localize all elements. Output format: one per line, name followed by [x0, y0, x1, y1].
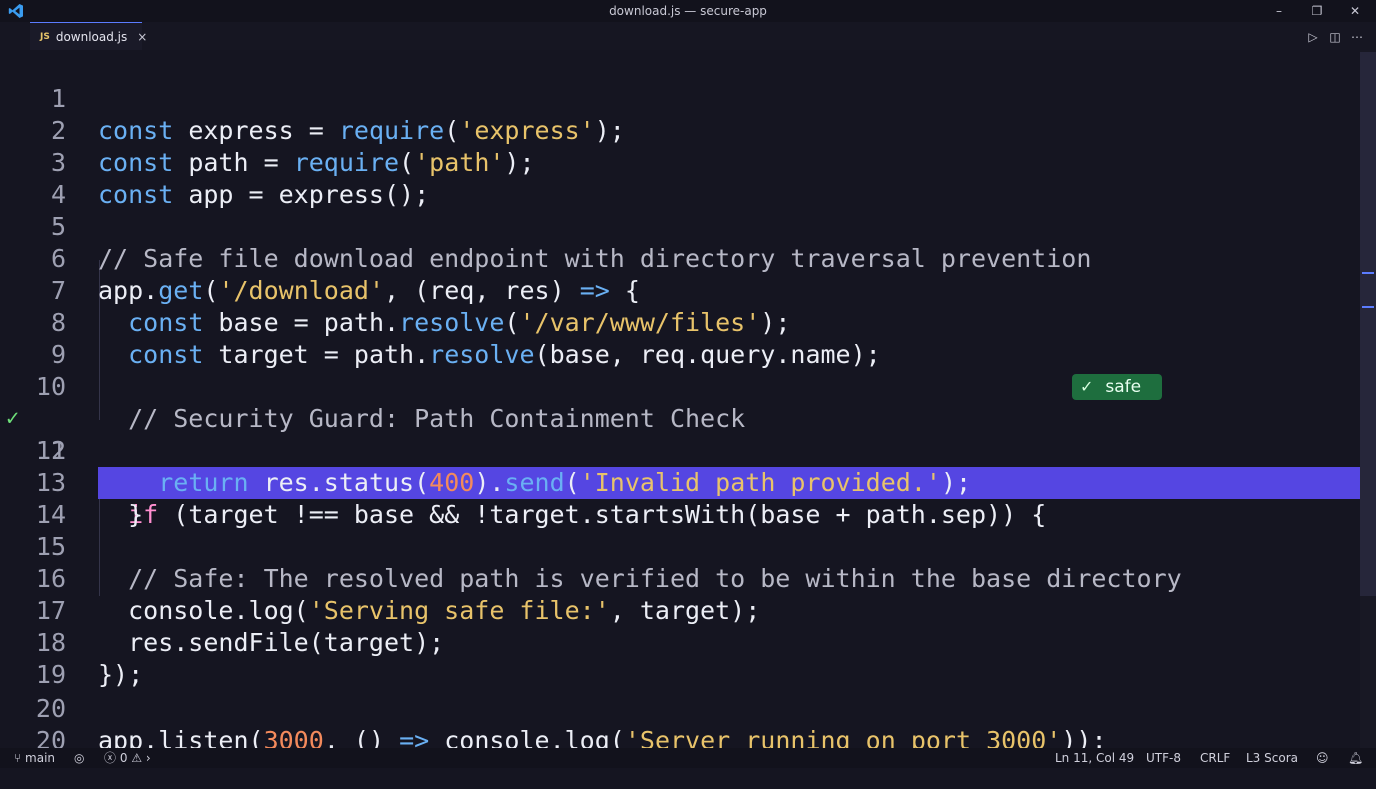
error-icon: ⓧ: [104, 751, 117, 765]
badge-label: safe: [1105, 377, 1142, 397]
code-line[interactable]: 16 console.log('Serving safe file:', tar…: [0, 531, 1360, 625]
restore-button[interactable]: ❐: [1300, 0, 1334, 22]
close-window-button[interactable]: ✕: [1338, 0, 1372, 22]
language-mode[interactable]: L3 Scora: [1246, 748, 1298, 768]
branch-icon: ⑂: [14, 751, 22, 765]
minimize-button[interactable]: –: [1262, 0, 1296, 22]
end-of-line[interactable]: CRLF: [1200, 748, 1230, 768]
feedback-icon[interactable]: ☺: [1316, 748, 1329, 768]
code-line[interactable]: 13 }: [0, 435, 1360, 529]
status-bar: ⑂ main ◎ ⓧ 0 ⚠ › Ln 11, Col 49 UTF-8 CRL…: [0, 748, 1376, 768]
code-line[interactable]: 14: [0, 467, 1360, 529]
title-bar: download.js — secure-app – ❐ ✕: [0, 0, 1376, 22]
tab-label: download.js: [55, 29, 128, 44]
code-line[interactable]: 4: [0, 147, 1360, 209]
encoding[interactable]: UTF-8: [1146, 748, 1181, 768]
safe-badge: ✓ safe: [1072, 374, 1162, 400]
code-line[interactable]: 9: [0, 307, 1360, 369]
check-icon: ✓: [1080, 377, 1094, 396]
code-line-highlighted[interactable]: ✓ 11 if (target !== base && !target.star…: [0, 371, 1360, 529]
split-editor-icon[interactable]: ◫: [1328, 30, 1342, 44]
window-title: download.js — secure-app: [609, 4, 767, 18]
problems-indicator[interactable]: ⓧ 0 ⚠ ›: [104, 748, 151, 768]
code-line[interactable]: 20: [0, 693, 1360, 755]
cursor-position[interactable]: Ln 11, Col 49: [1055, 748, 1134, 768]
notifications-bell-icon[interactable]: 🔔︎: [1348, 748, 1363, 768]
code-line[interactable]: 1 const express = require('express');: [0, 51, 1360, 145]
code-line[interactable]: 10 // Security Guard: Path Containment C…: [0, 339, 1360, 433]
code-line[interactable]: 18 });: [0, 595, 1360, 689]
info-icon: ›: [145, 751, 151, 765]
code-line[interactable]: 5 // Safe file download endpoint with di…: [0, 179, 1360, 273]
code-line[interactable]: 3 const app = express();: [0, 115, 1360, 209]
scrollbar-thumb[interactable]: [1360, 52, 1376, 596]
javascript-file-icon: JS: [40, 31, 50, 42]
source-control-branch[interactable]: ⑂ main: [14, 748, 55, 768]
more-actions-icon[interactable]: ⋯: [1350, 30, 1364, 44]
code-line[interactable]: 20 app.listen(3000, () => console.log('S…: [0, 661, 1360, 755]
code-line[interactable]: 6 app.get('/download', (req, res) => {: [0, 211, 1360, 305]
code-line[interactable]: 17 res.sendFile(target);: [0, 563, 1360, 657]
code-line[interactable]: 8 const target = path.resolve(base, req.…: [0, 275, 1360, 369]
code-line[interactable]: 2 const path = require('path');: [0, 83, 1360, 177]
code-editor[interactable]: 1 const express = require('express'); 2 …: [0, 50, 1376, 755]
code-line[interactable]: 12 return res.status(400).send('Invalid …: [0, 403, 1360, 497]
code-line[interactable]: 7 const base = path.resolve('/var/www/fi…: [0, 243, 1360, 337]
tab-download-js[interactable]: JS download.js ×: [30, 22, 147, 50]
problems-count: 0: [119, 751, 128, 765]
branch-label: main: [25, 751, 56, 765]
overview-ruler-marker: [1362, 272, 1374, 274]
run-file-icon[interactable]: ▷: [1306, 30, 1320, 44]
overview-ruler-marker: [1362, 306, 1374, 308]
code-line[interactable]: 19: [0, 627, 1360, 689]
live-share-icon[interactable]: ◎: [74, 748, 84, 768]
warning-icon: ⚠: [131, 751, 143, 765]
tab-close-icon[interactable]: ×: [137, 30, 147, 44]
tab-bar: JS download.js ×: [0, 22, 1376, 51]
code-line[interactable]: 15 // Safe: The resolved path is verifie…: [0, 499, 1360, 593]
